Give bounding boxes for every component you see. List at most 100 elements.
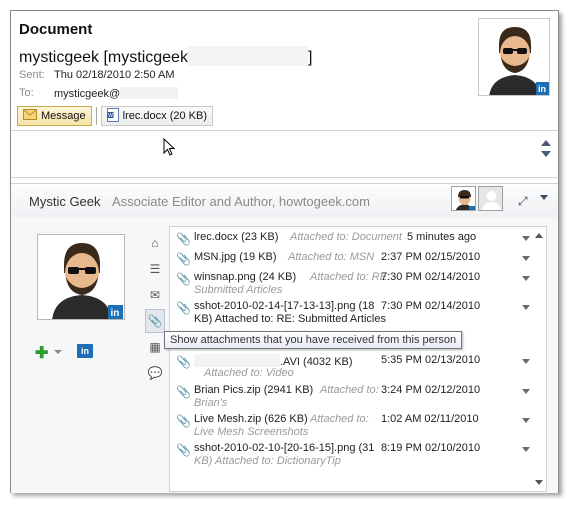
row-caret-icon[interactable] — [522, 447, 530, 452]
list-item[interactable]: 📎 winsnap.png (24 KB) Attached to: RE: 7… — [170, 271, 530, 301]
list-item[interactable]: 📎 MSN.jpg (19 KB) Attached to: MSN 2:37 … — [170, 251, 530, 269]
redacted-email — [187, 46, 308, 66]
attachment-filename[interactable]: winsnap.png (24 KB) — [194, 271, 296, 283]
calendar-icon[interactable]: ▦ — [145, 335, 165, 359]
to-label: To: — [19, 87, 34, 99]
message-tab[interactable]: Message — [17, 106, 92, 126]
word-document-icon: W — [106, 107, 119, 125]
attachment-date: 7:30 PM 02/14/2010 — [381, 271, 481, 283]
attachments-tab-icon[interactable]: 📎 — [145, 309, 165, 333]
list-item[interactable]: 📎 Live Mesh.zip (626 KB) Attached to: 1:… — [170, 413, 530, 443]
attachment-filename[interactable]: sshot-2010-02-10-[20-16-15].png (31 — [194, 442, 374, 454]
row-caret-icon[interactable] — [522, 236, 530, 241]
contact-photo: in — [37, 234, 125, 320]
attachment-date: 5 minutes ago — [407, 231, 477, 243]
sent-label: Sent: — [19, 69, 45, 81]
generic-contact-thumbnail[interactable] — [478, 186, 503, 211]
redacted-filename — [194, 354, 280, 367]
attachment-filename[interactable]: MSN.jpg (19 KB) — [194, 251, 277, 263]
paperclip-icon: 📎 — [176, 385, 191, 399]
paperclip-icon: 📎 — [176, 355, 191, 369]
attachment-filename[interactable]: Brian Pics.zip (2941 KB) — [194, 384, 313, 396]
scroll-up-icon[interactable] — [541, 140, 551, 146]
activity-icon[interactable]: ☰ — [145, 257, 165, 281]
message-tab-label: Message — [41, 110, 86, 122]
attachment-context: Attached to: — [310, 413, 369, 425]
avatar-illustration: in — [479, 19, 549, 95]
contact-thumbnails — [451, 186, 503, 211]
contact-thumbnail[interactable] — [451, 186, 476, 211]
to-address[interactable]: mysticgeek@ — [54, 88, 120, 100]
list-scrollbar[interactable] — [532, 227, 546, 491]
svg-text:in: in — [538, 84, 546, 94]
paperclip-icon: 📎 — [176, 414, 191, 428]
attachment-date: 7:30 PM 02/14/2010 — [381, 300, 481, 312]
paperclip-icon: 📎 — [176, 272, 191, 286]
sender-photo[interactable]: in — [478, 18, 550, 96]
to-value[interactable]: mysticgeek@ — [54, 87, 179, 100]
attachment-date: 8:19 PM 02/10/2010 — [381, 442, 481, 454]
scroll-down-icon[interactable] — [541, 151, 551, 157]
add-contact-icon[interactable]: ✚ — [35, 343, 48, 363]
message-header: Document mysticgeek [mysticgeek] Sent: T… — [11, 11, 558, 179]
status-updates-icon[interactable]: 💬 — [145, 361, 165, 385]
expand-icon[interactable]: ⤢ — [518, 194, 528, 209]
message-subject: Document — [19, 21, 93, 38]
paperclip-icon: 📎 — [176, 443, 191, 457]
sent-value: Thu 02/18/2010 2:50 AM — [54, 69, 175, 81]
attachment-filename[interactable]: .AVI (4032 KB) — [194, 354, 353, 368]
row-caret-icon[interactable] — [522, 276, 530, 281]
attachment-lrec-docx[interactable]: W lrec.docx (20 KB) — [100, 106, 214, 126]
sender-close-bracket: ] — [307, 49, 313, 66]
attachment-context: Attached to: MSN — [288, 251, 375, 263]
body-scrollbar[interactable] — [539, 135, 553, 175]
scroll-down-icon[interactable] — [535, 480, 543, 485]
message-body[interactable] — [11, 130, 558, 178]
home-icon[interactable]: ⌂ — [145, 231, 165, 255]
attachment-date: 1:02 AM 02/11/2010 — [381, 413, 479, 425]
attachment-date: 3:24 PM 02/12/2010 — [381, 384, 481, 396]
divider — [95, 107, 97, 125]
list-item[interactable]: 📎 sshot-2010-02-10-[20-16-15].png (31 8:… — [170, 442, 530, 472]
row-caret-icon[interactable] — [522, 256, 530, 261]
row-caret-icon[interactable] — [522, 418, 530, 423]
svg-text:W: W — [108, 113, 113, 119]
attachment-context-line2: Live Mesh Screenshots — [194, 426, 309, 438]
attachment-date: 5:35 PM 02/13/2010 — [381, 354, 481, 366]
attachment-context: Attached to: RE: — [310, 271, 391, 283]
attachment-context-line2: Brian's — [194, 397, 228, 409]
svg-text:in: in — [111, 308, 120, 319]
linkedin-icon[interactable]: in — [77, 344, 93, 358]
attachment-context: Attached to: Document — [290, 231, 402, 243]
row-caret-icon[interactable] — [522, 359, 530, 364]
paperclip-icon: 📎 — [176, 301, 191, 315]
attachment-filename[interactable]: lrec.docx (23 KB) — [194, 231, 278, 243]
attachment-context-line2: KB) Attached to: RE: Submitted Articles — [194, 313, 386, 325]
envelope-icon — [23, 109, 37, 123]
list-item[interactable]: 📎 sshot-2010-02-14-[17-13-13].png (18 7:… — [170, 300, 530, 330]
attachment-filename[interactable]: sshot-2010-02-14-[17-13-13].png (18 — [194, 300, 374, 312]
row-caret-icon[interactable] — [522, 305, 530, 310]
contact-name[interactable]: Mystic Geek — [29, 194, 101, 209]
paperclip-icon: 📎 — [176, 252, 191, 266]
redacted-to-address — [120, 87, 179, 99]
paperclip-icon: 📎 — [176, 232, 191, 246]
list-item[interactable]: 📎 Brian Pics.zip (2941 KB) Attached to: … — [170, 384, 530, 414]
sender-name[interactable]: mysticgeek [mysticgeek — [19, 49, 188, 66]
people-pane-header: Mystic Geek Associate Editor and Author,… — [11, 183, 558, 217]
row-caret-icon[interactable] — [522, 389, 530, 394]
list-item[interactable]: 📎 lrec.docx (23 KB) Attached to: Documen… — [170, 231, 530, 249]
mail-icon[interactable]: ✉ — [145, 283, 165, 307]
scroll-up-icon[interactable] — [535, 233, 543, 238]
attachment-context-line2: Attached to: Video — [204, 367, 294, 379]
sender-line[interactable]: mysticgeek [mysticgeek] — [19, 46, 312, 67]
attachment-context: Attached to: — [320, 384, 379, 396]
attachment-context-line2: KB) Attached to: DictionaryTip — [194, 455, 341, 467]
collapse-caret-icon[interactable] — [540, 195, 548, 200]
list-item[interactable]: 📎 .AVI (4032 KB) 5:35 PM 02/13/2010 Atta… — [170, 354, 530, 384]
attachment-label: lrec.docx (20 KB) — [122, 110, 208, 122]
contact-title: Associate Editor and Author, howtogeek.c… — [112, 194, 370, 209]
add-contact-caret-icon[interactable] — [54, 350, 62, 354]
attachment-context-line2: Submitted Articles — [194, 284, 283, 296]
attachment-filename[interactable]: Live Mesh.zip (626 KB) — [194, 413, 308, 425]
